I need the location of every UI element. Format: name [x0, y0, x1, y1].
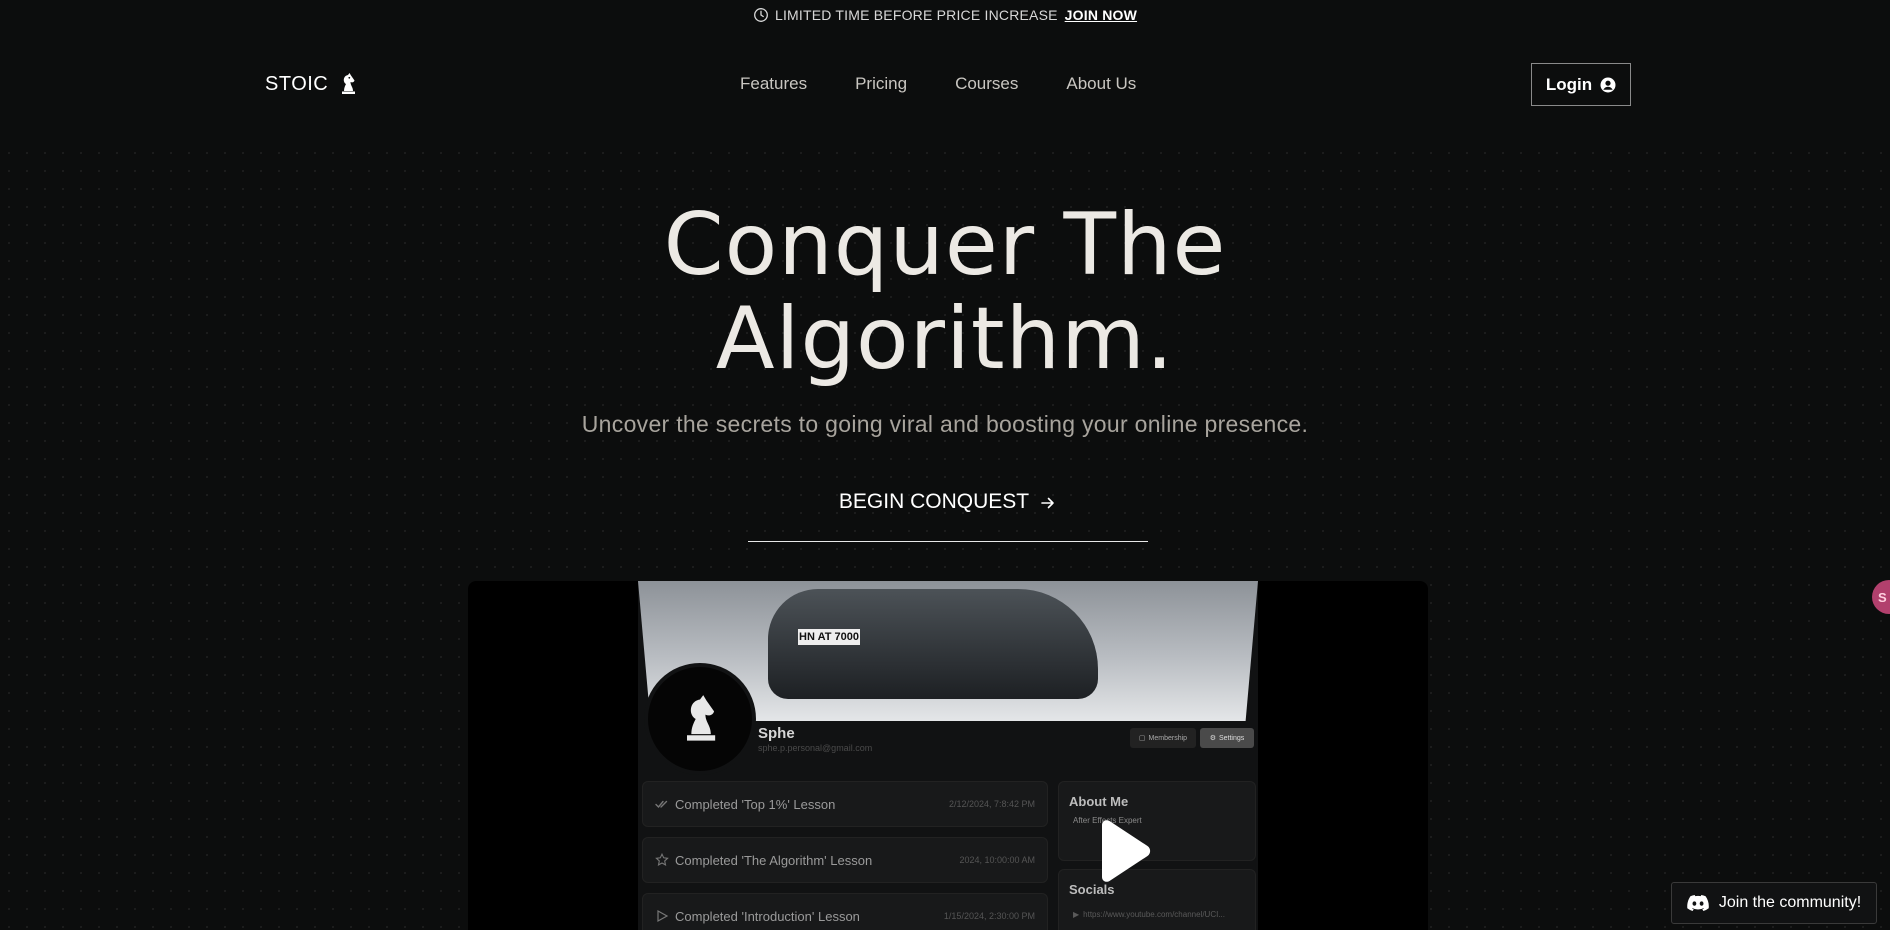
activity-label: Completed 'The Algorithm' Lesson — [675, 852, 873, 868]
activity-time: 1/15/2024, 2:30:00 PM — [943, 911, 1035, 921]
gear-icon: ⚙ — [1209, 735, 1216, 742]
avatar — [644, 663, 756, 775]
logo-text: STOIC — [265, 72, 329, 95]
clock-icon — [753, 7, 769, 23]
announcement-text: LIMITED TIME BEFORE PRICE INCREASE — [774, 7, 1058, 23]
activity-item: Completed 'The Algorithm' Lesson 2024, 1… — [642, 837, 1048, 883]
nav-link-courses[interactable]: Courses — [955, 74, 1018, 94]
nav-link-about-us[interactable]: About Us — [1066, 74, 1136, 94]
join-community-button[interactable]: Join the community! — [1671, 882, 1877, 924]
chess-knight-icon — [687, 695, 716, 741]
profile-email: sphe.p.personal@gmail.com — [758, 743, 873, 753]
dashboard-screenshot: HN AT 7000 Sphe sphe.p.personal@gmail.co… — [638, 581, 1258, 930]
activity-label: Completed 'Top 1%' Lesson — [675, 796, 836, 812]
star-icon — [655, 852, 669, 867]
play-button[interactable] — [1092, 819, 1152, 887]
floating-badge-letter: S — [1878, 589, 1887, 605]
activity-label: Completed 'Introduction' Lesson — [675, 908, 860, 924]
nav-link-features[interactable]: Features — [740, 74, 807, 94]
about-me-title: About Me — [1069, 794, 1129, 809]
about-me-card: About Me After Effects Expert — [1058, 781, 1256, 861]
main-menu: Features Pricing Courses About Us — [740, 74, 1136, 94]
play-icon — [1102, 820, 1151, 882]
announcement-bar: LIMITED TIME BEFORE PRICE INCREASE JOIN … — [0, 0, 1890, 30]
chess-knight-icon — [338, 72, 358, 96]
cta-label: BEGIN CONQUEST — [838, 490, 1030, 513]
join-community-label: Join the community! — [1718, 894, 1862, 911]
hero-title-line-1: Conquer The — [663, 195, 1227, 295]
youtube-url: https://www.youtube.com/channel/UCI... — [1083, 910, 1225, 919]
activity-time: 2/12/2024, 7:8:42 PM — [948, 799, 1035, 809]
begin-conquest-button[interactable]: BEGIN CONQUEST — [748, 490, 1148, 542]
double-check-icon — [655, 797, 669, 811]
youtube-icon: ▶ — [1073, 910, 1080, 919]
floating-chat-badge[interactable]: S — [1872, 580, 1890, 614]
activity-item: Completed 'Introduction' Lesson 1/15/202… — [642, 893, 1048, 930]
arrow-right-icon — [1039, 494, 1057, 512]
hero-title: Conquer The Algorithm. — [0, 198, 1890, 386]
youtube-link: ▶ https://www.youtube.com/channel/UCI... — [1073, 910, 1225, 919]
logo[interactable]: STOIC — [265, 72, 358, 96]
nav-link-pricing[interactable]: Pricing — [855, 74, 907, 94]
user-circle-icon — [1600, 77, 1616, 93]
calendar-icon: ▢ — [1138, 735, 1146, 742]
membership-label: Membership — [1148, 734, 1188, 742]
settings-button: ⚙ Settings — [1200, 728, 1254, 748]
license-plate: HN AT 7000 — [798, 629, 860, 645]
video-preview[interactable]: HN AT 7000 Sphe sphe.p.personal@gmail.co… — [468, 581, 1428, 930]
navbar: STOIC Features Pricing Courses About Us … — [0, 30, 1890, 140]
join-now-link[interactable]: JOIN NOW — [1065, 7, 1137, 23]
settings-label: Settings — [1218, 734, 1245, 742]
hero-title-line-2: Algorithm. — [715, 289, 1175, 389]
activity-item: Completed 'Top 1%' Lesson 2/12/2024, 7:8… — [642, 781, 1048, 827]
socials-card: Socials ▶ https://www.youtube.com/channe… — [1058, 869, 1256, 930]
hero-subtitle: Uncover the secrets to going viral and b… — [581, 411, 1309, 437]
play-outline-icon — [655, 909, 669, 923]
membership-button: ▢ Membership — [1130, 728, 1196, 748]
activity-time: 2024, 10:00:00 AM — [959, 855, 1035, 865]
login-button[interactable]: Login — [1531, 63, 1631, 106]
discord-icon — [1687, 895, 1709, 911]
login-label: Login — [1545, 74, 1593, 94]
profile-name: Sphe — [758, 725, 795, 742]
